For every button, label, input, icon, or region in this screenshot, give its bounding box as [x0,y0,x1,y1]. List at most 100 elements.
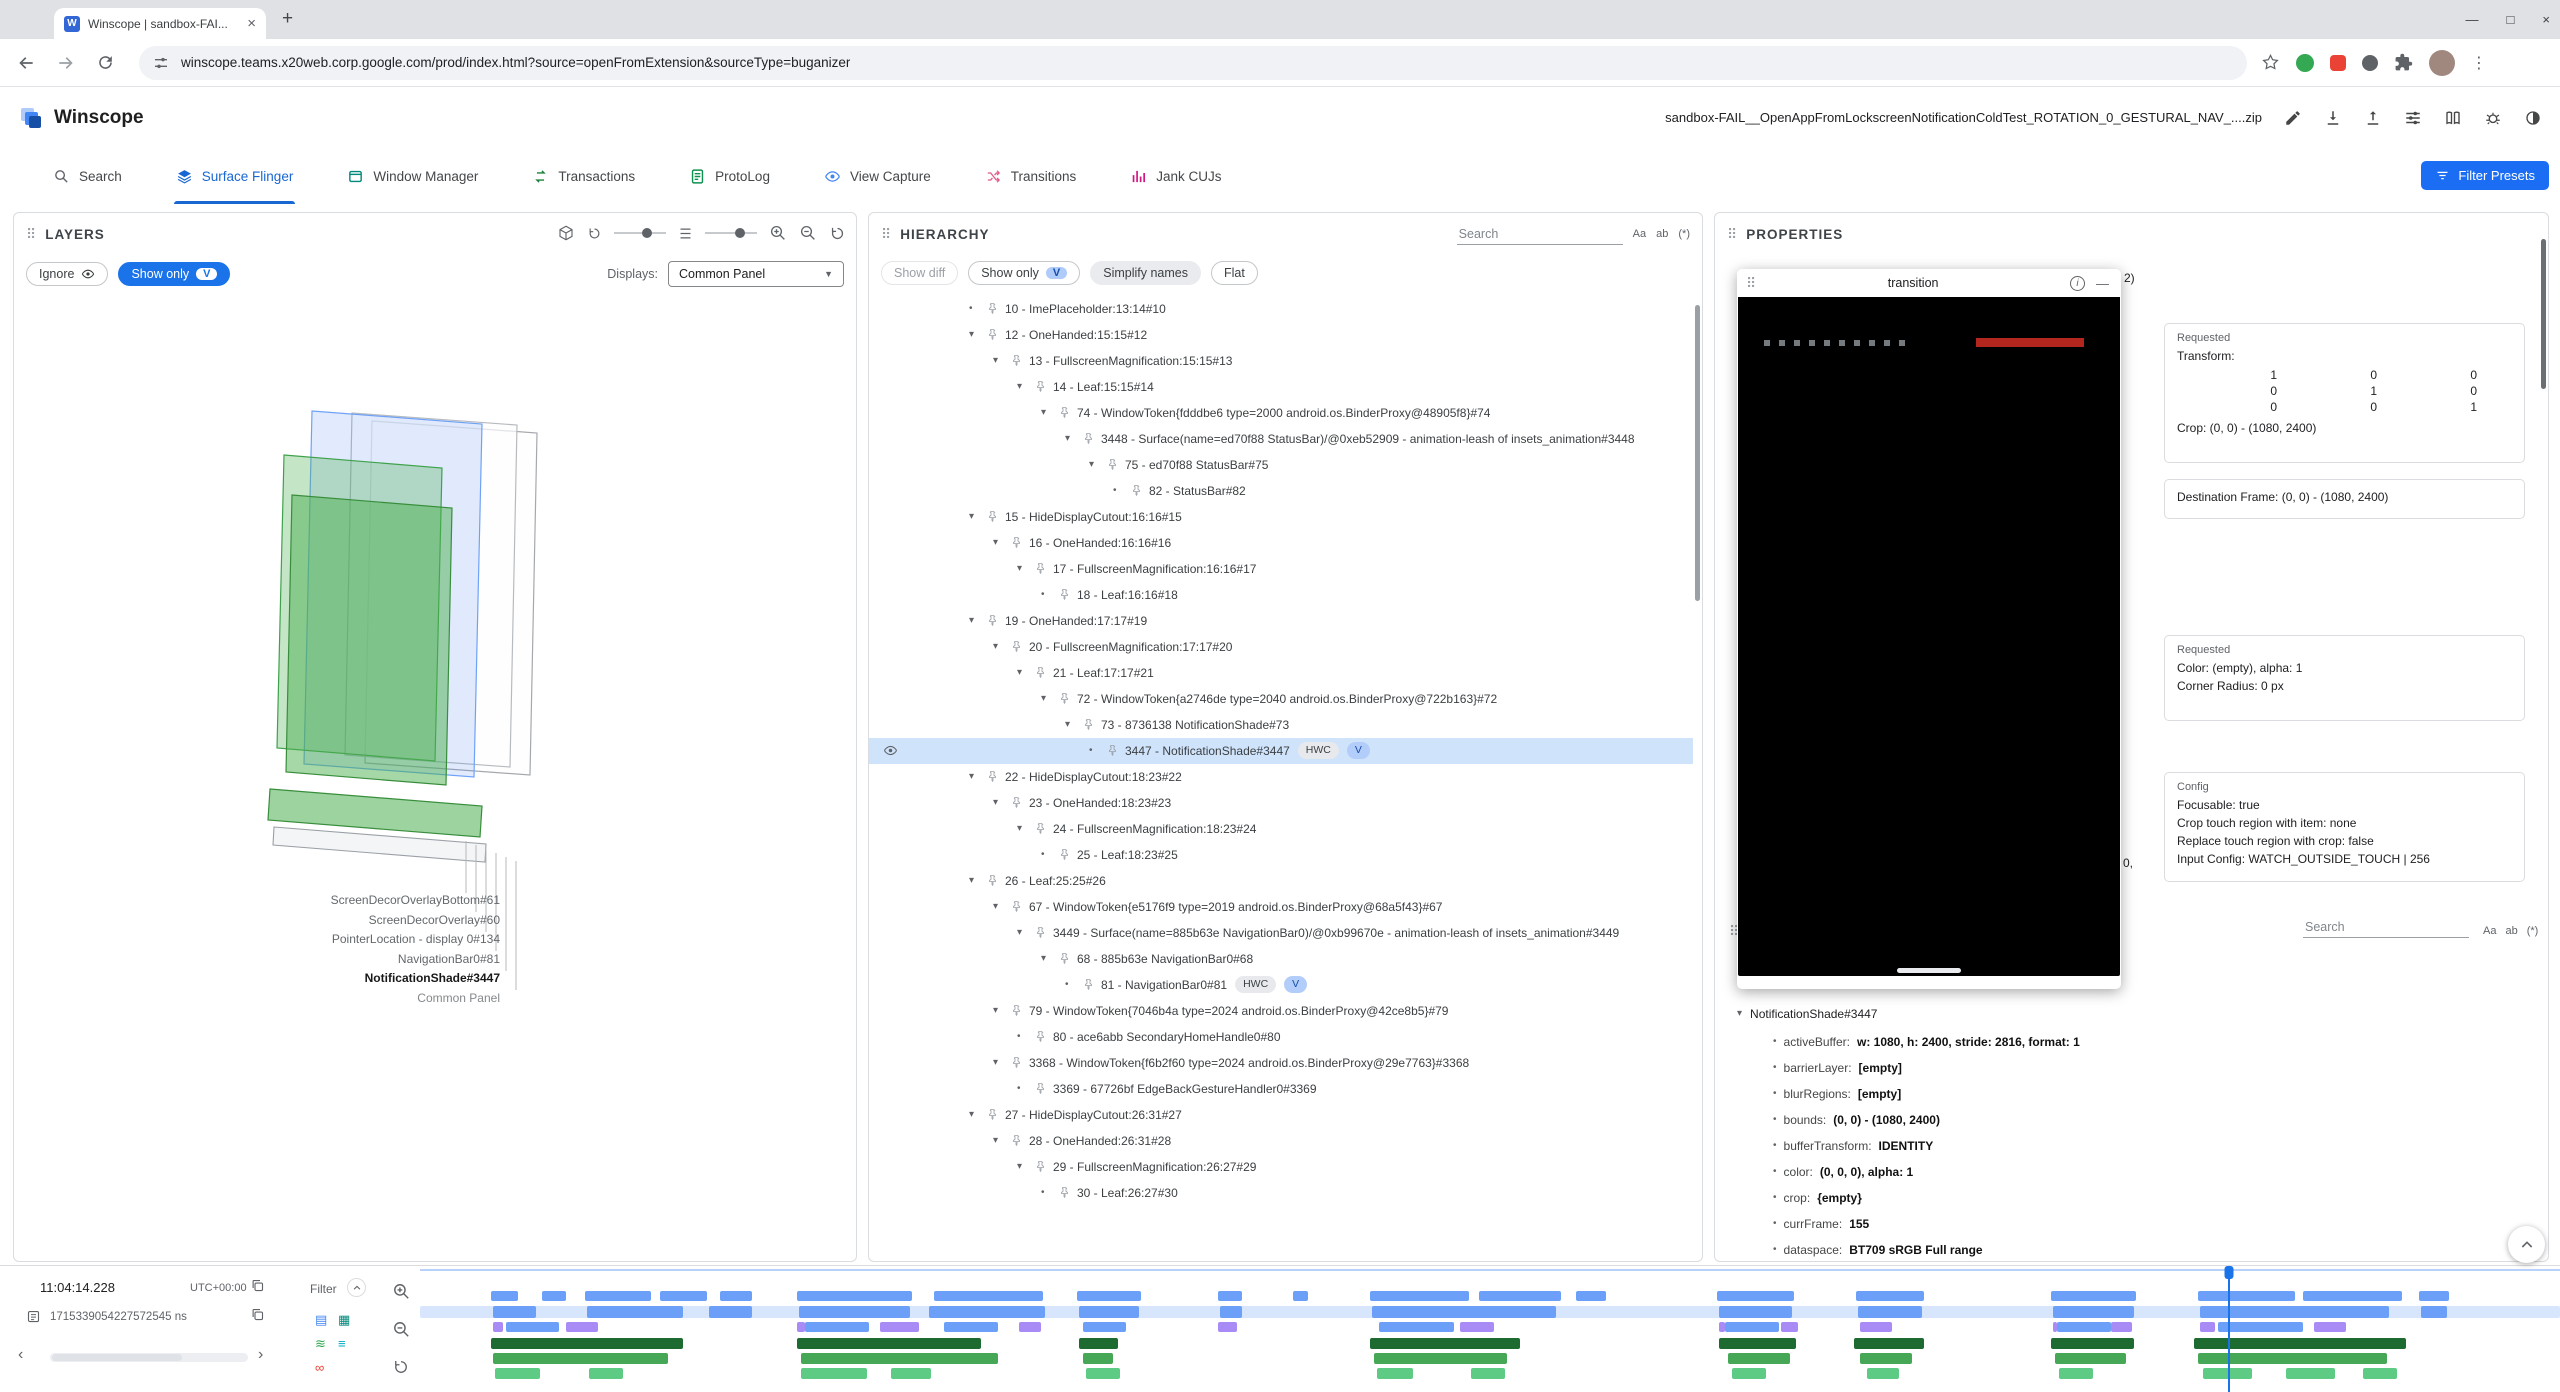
trace-segment[interactable] [1479,1291,1560,1301]
collapse-arrow-icon[interactable]: ▾ [969,767,986,787]
info-icon[interactable]: i [2070,276,2085,291]
trace-icon-transactions[interactable]: ≋ [315,1337,326,1350]
bug-report-icon[interactable] [2484,109,2502,127]
hierarchy-node[interactable]: •82 - StatusBar#82 [869,478,1693,504]
collapse-arrow-icon[interactable]: ▾ [1017,663,1034,683]
pin-icon[interactable] [1058,1183,1077,1198]
trace-segment[interactable] [1374,1353,1507,1364]
trace-segment[interactable] [493,1306,536,1318]
show-only-chip[interactable]: Show only V [968,261,1080,285]
pin-icon[interactable] [1082,429,1101,444]
trace-segment[interactable] [660,1291,707,1301]
trace-segment[interactable] [1218,1322,1237,1332]
trace-segment[interactable] [720,1291,752,1301]
property-item[interactable]: •dataspace:BT709 sRGB Full range [1729,1237,2542,1261]
pin-icon[interactable] [986,303,1005,314]
pin-icon[interactable] [1082,715,1101,730]
collapse-arrow-icon[interactable]: ▾ [1041,689,1058,709]
trace-segment[interactable] [1083,1353,1113,1364]
trace-segment[interactable] [1728,1353,1790,1364]
trace-segment[interactable] [1077,1291,1141,1301]
property-item[interactable]: •currFrame:155 [1729,1211,2542,1237]
simplify-names-chip[interactable]: Simplify names [1090,261,1201,285]
trace-segment[interactable] [801,1368,867,1379]
reload-icon[interactable] [96,53,115,72]
collapse-arrow-icon[interactable]: ▾ [993,351,1010,371]
trace-icon-attachment[interactable]: ∞ [315,1361,324,1374]
zoom-in-icon[interactable] [769,224,787,242]
hierarchy-node[interactable]: ▾74 - WindowToken{fdddbe6 type=2000 andr… [869,400,1693,426]
trace-segment[interactable] [1860,1353,1911,1364]
trace-segment[interactable] [491,1338,684,1349]
dark-mode-icon[interactable] [2524,109,2542,127]
regex-icon[interactable]: (*) [1678,228,1690,240]
trace-segment[interactable] [1719,1306,1792,1318]
hierarchy-node[interactable]: ▾27 - HideDisplayCutout:26:31#27 [869,1102,1693,1128]
edit-icon[interactable] [2284,109,2302,127]
filter-presets-button[interactable]: Filter Presets [2421,161,2549,190]
trace-segment[interactable] [585,1291,651,1301]
hierarchy-node[interactable]: ▾79 - WindowToken{7046b4a type=2024 andr… [869,998,1693,1024]
trace-segment[interactable] [2314,1322,2346,1332]
hierarchy-node[interactable]: •3447 - NotificationShade#3447HWCV [869,738,1693,764]
spacing-slider[interactable] [705,232,757,234]
property-item[interactable]: •activeBuffer:w: 1080, h: 2400, stride: … [1729,1029,2542,1055]
collapse-arrow-icon[interactable]: ▾ [969,1105,986,1125]
hierarchy-node[interactable]: ▾67 - WindowToken{e5176f9 type=2019 andr… [869,894,1693,920]
trace-segment[interactable] [2421,1306,2447,1318]
scroll-to-top-button[interactable] [2508,1226,2545,1263]
ignore-chip[interactable]: Ignore [26,262,108,286]
pin-icon[interactable] [1058,949,1077,964]
hierarchy-node[interactable]: ▾29 - FullscreenMagnification:26:27#29 [869,1154,1693,1180]
trace-segment[interactable] [1372,1306,1556,1318]
displays-select[interactable]: Common Panel ▼ [668,261,844,287]
hierarchy-node[interactable]: ▾15 - HideDisplayCutout:16:16#15 [869,504,1693,530]
hierarchy-node[interactable]: ▾72 - WindowToken{a2746de type=2040 andr… [869,686,1693,712]
layer-label[interactable]: ScreenDecorOverlay#60 [331,911,500,931]
layer-label[interactable]: NotificationShade#3447 [331,969,500,989]
copy-icon[interactable] [250,1307,265,1322]
pin-icon[interactable] [1106,455,1125,470]
hierarchy-node[interactable]: •18 - Leaf:16:16#18 [869,582,1693,608]
hierarchy-node[interactable]: •80 - ace6abb SecondaryHomeHandle0#80 [869,1024,1693,1050]
hierarchy-node[interactable]: ▾23 - OneHanded:18:23#23 [869,790,1693,816]
property-item[interactable]: •blurRegions:[empty] [1729,1081,2542,1107]
pin-icon[interactable] [1106,741,1125,756]
pin-icon[interactable] [1010,351,1029,366]
regex-icon[interactable]: (*) [2527,925,2539,937]
trace-segment[interactable] [805,1322,869,1332]
trace-segment[interactable] [1719,1322,1725,1332]
trace-segment[interactable] [2363,1368,2397,1379]
pin-icon[interactable] [1010,897,1029,912]
pin-icon[interactable] [1010,1053,1029,1068]
trace-segment[interactable] [709,1306,752,1318]
layer-label[interactable]: NavigationBar0#81 [331,950,500,970]
pin-icon[interactable] [1058,585,1077,600]
trace-segment[interactable] [1867,1368,1899,1379]
hierarchy-node[interactable]: ▾3448 - Surface(name=ed70f88 StatusBar)/… [869,426,1693,452]
reset-view-icon[interactable] [829,225,846,242]
trace-segment[interactable] [1079,1338,1118,1349]
collapse-arrow-icon[interactable]: ▾ [1089,455,1106,475]
copy-icon[interactable] [250,1278,265,1293]
trace-icon-protolog[interactable]: ≡ [338,1337,346,1350]
trace-segment[interactable] [1019,1322,1040,1332]
timeline-zoom-out-icon[interactable] [392,1320,411,1339]
pin-icon[interactable] [986,1105,1005,1120]
tab-jank-cujs[interactable]: Jank CUJs [1128,148,1223,204]
match-case-icon[interactable]: Aa [1633,228,1646,240]
collapse-arrow-icon[interactable]: ▾ [969,325,986,345]
collapse-arrow-icon[interactable]: ▾ [1017,559,1034,579]
pin-icon[interactable] [1010,1001,1029,1016]
layer-label[interactable]: ScreenDecorOverlayBottom#61 [331,891,500,911]
trace-segment[interactable] [891,1368,932,1379]
trace-segment[interactable] [2203,1368,2252,1379]
hierarchy-node[interactable]: ▾13 - FullscreenMagnification:15:15#13 [869,348,1693,374]
trace-segment[interactable] [2053,1306,2134,1318]
pin-icon[interactable] [1034,559,1053,574]
hierarchy-node[interactable]: •3369 - 67726bf EdgeBackGestureHandler0#… [869,1076,1693,1102]
pin-icon[interactable] [1034,1027,1053,1042]
pin-icon[interactable] [1034,1079,1053,1094]
site-info-icon[interactable] [153,55,169,71]
trace-segment[interactable] [1379,1322,1454,1332]
